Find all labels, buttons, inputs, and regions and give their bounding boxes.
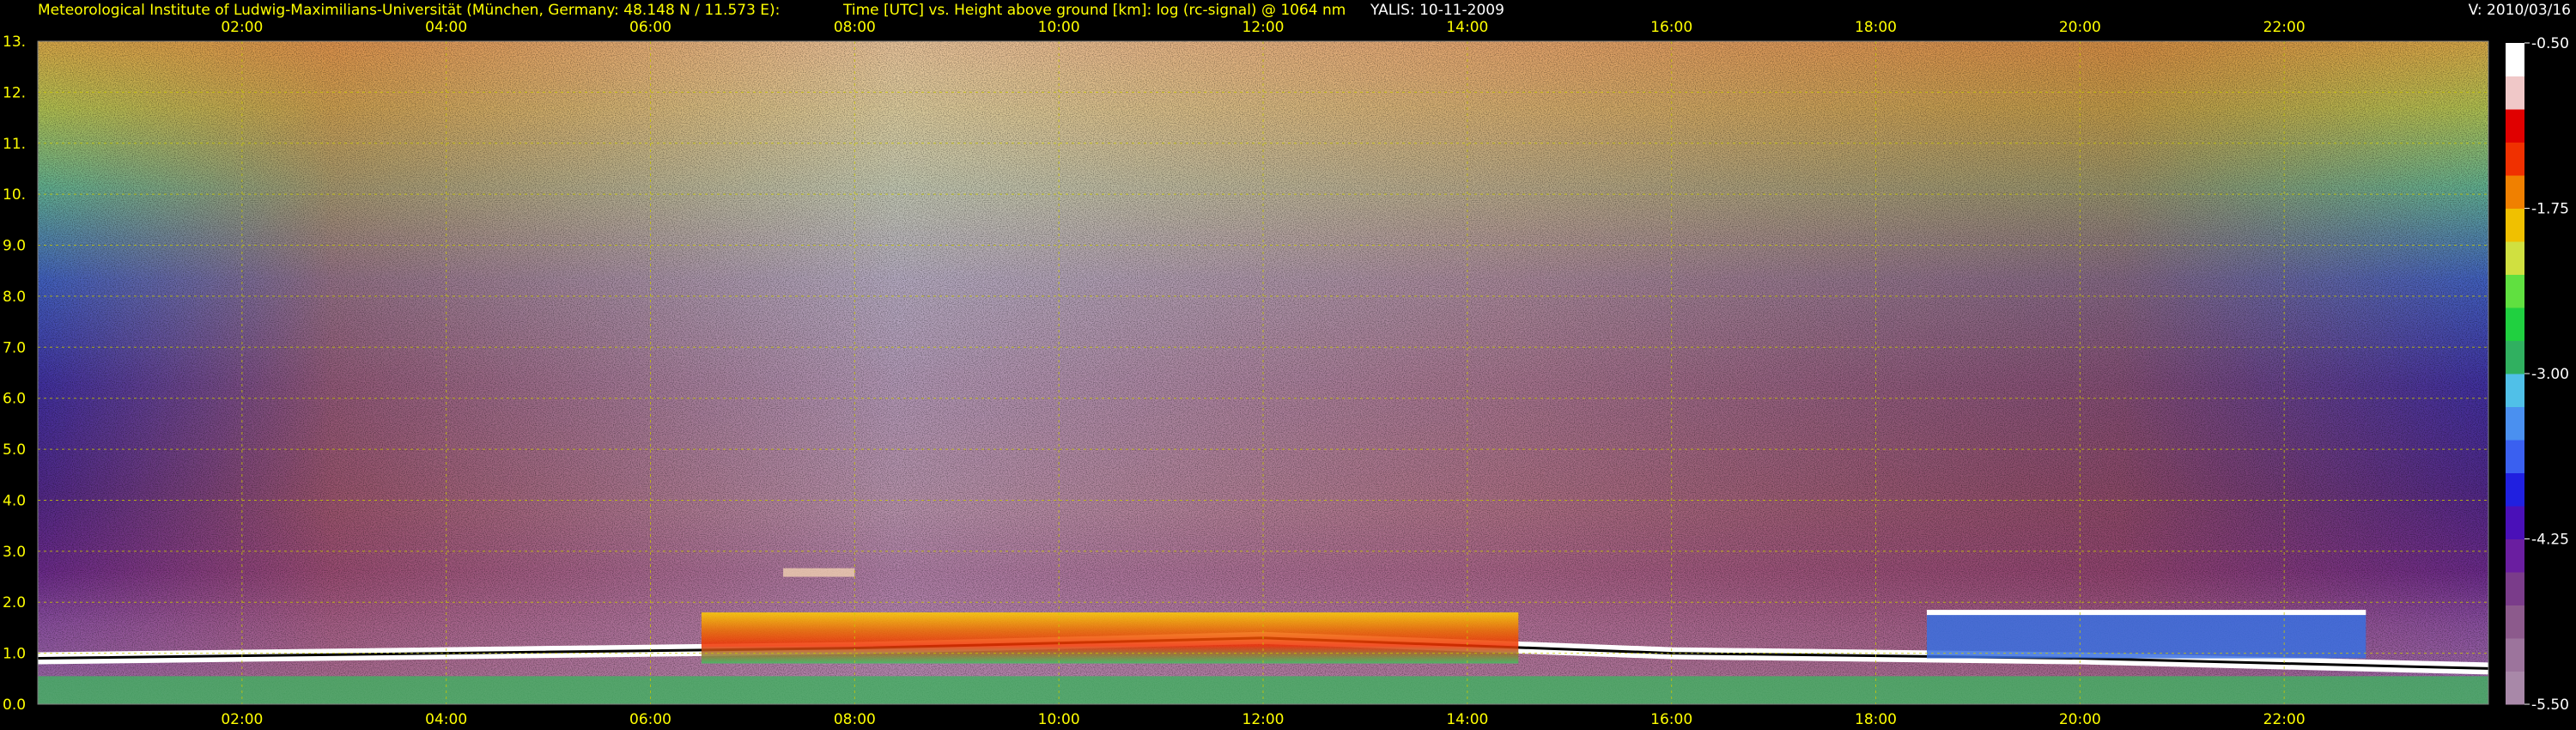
colorbar-tick-label: -0.50 <box>2531 35 2569 52</box>
cloud-top <box>1926 610 2366 616</box>
version-label: V: 2010/03/16 <box>2469 2 2571 19</box>
colorbar-cell <box>2506 109 2524 143</box>
colorbar-cell <box>2506 440 2524 473</box>
colorbar-cell <box>2506 506 2524 539</box>
low-cloud <box>1926 612 2366 659</box>
colorbar-cell <box>2506 605 2524 639</box>
x-tick-label-top: 20:00 <box>2059 19 2101 36</box>
x-tick-label-top: 22:00 <box>2263 19 2306 36</box>
colorbar-ticks: -0.50 -1.75 -3.00 -4.25 -5.50 <box>2524 35 2569 714</box>
x-tick-label-bottom: 16:00 <box>1650 711 1692 728</box>
y-tick-label: 6.0 <box>3 391 26 408</box>
y-tick-label: 10. <box>3 186 26 204</box>
x-tick-label-top: 04:00 <box>425 19 467 36</box>
colorbar: -0.50 -1.75 -3.00 -4.25 -5.50 <box>2506 35 2569 714</box>
colorbar-cell <box>2506 572 2524 605</box>
x-tick-label-top: 02:00 <box>221 19 263 36</box>
lidar-chart: Meteorological Institute of Ludwig-Maxim… <box>3 2 2571 728</box>
colorbar-tick-label: -1.75 <box>2531 201 2569 218</box>
elevated-aerosol <box>783 568 855 577</box>
colorbar-cell <box>2506 340 2524 374</box>
colorbar-cell <box>2506 638 2524 672</box>
x-axis-bottom: 02:00 04:00 06:00 08:00 10:00 12:00 14:00 16:00… <box>221 711 2305 728</box>
x-tick-label-top: 12:00 <box>1242 19 1285 36</box>
x-tick-label-bottom: 08:00 <box>834 711 876 728</box>
institute-label: Meteorological Institute of Ludwig-Maxim… <box>38 2 780 19</box>
colorbar-cell <box>2506 76 2524 110</box>
x-tick-label-top: 08:00 <box>834 19 876 36</box>
x-tick-label-bottom: 10:00 <box>1038 711 1080 728</box>
colorbar-cell <box>2506 307 2524 341</box>
colorbar-cell <box>2506 406 2524 441</box>
colorbar-cell <box>2506 175 2524 209</box>
x-tick-label-top: 06:00 <box>629 19 671 36</box>
y-tick-label: 9.0 <box>3 238 26 255</box>
y-tick-label: 7.0 <box>3 339 26 356</box>
y-tick-label: 3.0 <box>3 544 26 561</box>
x-tick-label-bottom: 06:00 <box>629 711 671 728</box>
y-tick-label: 4.0 <box>3 492 26 509</box>
x-tick-label-bottom: 04:00 <box>425 711 467 728</box>
colorbar-cell <box>2506 208 2524 242</box>
x-tick-label-top: 16:00 <box>1650 19 1692 36</box>
colorbar-cell <box>2506 538 2524 573</box>
colorbar-cell <box>2506 374 2524 407</box>
instrument-date-label: YALIS: 10-11-2009 <box>1370 2 1504 19</box>
y-tick-label: 8.0 <box>3 289 26 306</box>
x-axis-top: 02:00 04:00 06:00 08:00 10:00 12:00 14:00 16:00… <box>221 19 2305 36</box>
y-tick-label: 5.0 <box>3 441 26 459</box>
y-axis: 0.0 1.0 2.0 3.0 4.0 5.0 6.0 7.0 8.0 9.0 10. 11. 12. 1… <box>3 33 26 714</box>
x-tick-label-bottom: 18:00 <box>1855 711 1897 728</box>
y-tick-label: 1.0 <box>3 646 26 663</box>
daytime-aerosol-layer <box>701 612 1519 664</box>
colorbar-cell <box>2506 241 2524 275</box>
colorbar-cell <box>2506 43 2524 76</box>
plot-area <box>37 40 2489 705</box>
y-tick-label: 13. <box>3 33 26 51</box>
chart-title: Time [UTC] vs. Height above ground [km]:… <box>842 2 1346 19</box>
colorbar-tick-label: -5.50 <box>2531 697 2569 714</box>
y-tick-label: 0.0 <box>3 697 26 714</box>
colorbar-cell <box>2506 671 2524 705</box>
colorbar-tick-label: -3.00 <box>2531 366 2569 383</box>
y-tick-label: 11. <box>3 136 26 153</box>
colorbar-cell <box>2506 274 2524 308</box>
colorbar-cell <box>2506 472 2524 507</box>
x-tick-label-bottom: 02:00 <box>221 711 263 728</box>
y-tick-label: 12. <box>3 84 26 101</box>
x-tick-label-top: 18:00 <box>1855 19 1897 36</box>
y-tick-label: 2.0 <box>3 594 26 611</box>
x-tick-label-bottom: 14:00 <box>1446 711 1488 728</box>
colorbar-cells <box>2506 43 2524 705</box>
x-tick-label-top: 14:00 <box>1446 19 1488 36</box>
colorbar-tick-label: -4.25 <box>2531 532 2569 549</box>
colorbar-cell <box>2506 142 2524 176</box>
x-tick-label-bottom: 12:00 <box>1242 711 1285 728</box>
x-tick-label-top: 10:00 <box>1038 19 1080 36</box>
x-tick-label-bottom: 22:00 <box>2263 711 2306 728</box>
x-tick-label-bottom: 20:00 <box>2059 711 2101 728</box>
